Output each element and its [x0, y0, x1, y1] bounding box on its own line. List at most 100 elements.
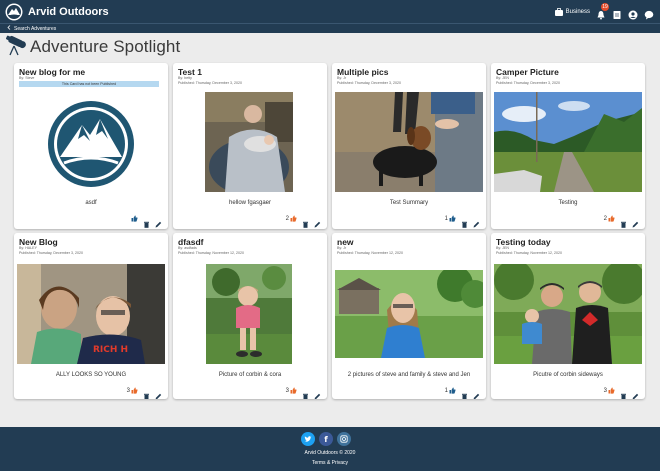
like-button[interactable]: 2 — [604, 215, 615, 222]
top-navbar: Arvid Outdoors Business 19 — [0, 0, 660, 23]
pencil-icon[interactable] — [632, 387, 639, 399]
thumbs-up-icon — [131, 215, 138, 222]
like-button[interactable]: 1 — [445, 387, 456, 394]
thumbs-up-icon — [608, 215, 615, 222]
card-image[interactable] — [335, 92, 483, 192]
chevron-left-icon — [7, 25, 11, 32]
card-published-date: Published: Thursday, December 3, 2020 — [178, 81, 242, 85]
pencil-icon[interactable] — [155, 215, 162, 228]
card-actions: 2 — [604, 215, 639, 228]
thumbs-up-icon — [449, 215, 456, 222]
twitter-icon[interactable] — [301, 432, 315, 446]
adventure-card[interactable]: new By: Jr Published: Thursday, November… — [332, 233, 486, 399]
card-author: By: Jr — [337, 246, 347, 250]
card-image[interactable] — [44, 99, 138, 189]
adventure-card[interactable]: New blog for me By: Steve This Card has … — [14, 63, 168, 229]
back-link-label: Search Adventures — [14, 25, 57, 32]
adventure-card[interactable]: New Blog By: HALEY Published: Thursday, … — [14, 233, 168, 399]
facebook-icon[interactable]: f — [319, 432, 333, 446]
like-button[interactable]: 3 — [286, 387, 297, 394]
card-summary: ALLY LOOKS SO YOUNG — [55, 372, 127, 378]
trash-icon[interactable] — [620, 215, 627, 228]
thumbs-up-icon — [290, 215, 297, 222]
adventure-card[interactable]: dfasdf By: asdfads Published: Thursday, … — [173, 233, 327, 399]
sub-navbar: Search Adventures — [0, 23, 660, 33]
business-menu[interactable]: Business — [554, 7, 590, 17]
like-button[interactable]: 3 — [127, 387, 138, 394]
card-actions: 2 — [286, 215, 321, 228]
card-summary: Picutre of corbin sideways — [533, 372, 603, 378]
card-image[interactable]: RICH H — [17, 264, 165, 364]
thumbs-up-icon — [131, 387, 138, 394]
chat-bubble-icon[interactable] — [644, 7, 654, 19]
card-author: By: JEN — [496, 246, 509, 250]
like-count: 1 — [444, 387, 448, 394]
like-count: 1 — [444, 215, 448, 222]
like-button[interactable]: 3 — [604, 387, 615, 394]
mountain-logo-icon[interactable] — [5, 3, 23, 21]
like-count: 3 — [603, 387, 607, 394]
thumbs-up-icon — [608, 387, 615, 394]
like-count: 2 — [285, 215, 289, 222]
notification-badge: 19 — [601, 2, 609, 11]
card-published-date: Published: Thursday, December 3, 2020 — [19, 251, 83, 255]
card-image[interactable] — [335, 270, 483, 358]
card-actions: 3 — [127, 387, 162, 399]
like-button[interactable] — [130, 215, 138, 222]
search-adventures-link[interactable]: Search Adventures — [7, 25, 56, 32]
card-image[interactable] — [206, 264, 292, 364]
social-links: f — [301, 432, 351, 446]
card-author: By: asdfads — [178, 246, 197, 250]
trash-icon[interactable] — [143, 215, 150, 228]
card-author: By: HALEY — [19, 246, 37, 250]
terms-privacy-link[interactable]: Terms & Privacy — [0, 460, 660, 466]
unpublished-notice: This Card has not been Published — [19, 81, 159, 87]
telescope-icon — [3, 34, 27, 61]
pencil-icon[interactable] — [314, 215, 321, 228]
trash-icon[interactable] — [461, 387, 468, 399]
card-image[interactable] — [205, 92, 293, 192]
pencil-icon[interactable] — [155, 387, 162, 399]
trash-icon[interactable] — [461, 215, 468, 228]
card-published-date: Published: Thursday, December 3, 2020 — [337, 81, 401, 85]
business-label: Business — [565, 8, 590, 15]
like-count: 2 — [603, 215, 607, 222]
adventure-card-grid: New blog for me By: Steve This Card has … — [14, 63, 646, 399]
instagram-icon[interactable] — [337, 432, 351, 446]
card-author: By: Steve — [19, 76, 35, 80]
briefcase-icon — [554, 7, 564, 17]
trash-icon[interactable] — [302, 387, 309, 399]
bell-icon[interactable]: 19 — [596, 2, 609, 19]
pencil-icon[interactable] — [632, 215, 639, 228]
brand-name[interactable]: Arvid Outdoors — [28, 6, 109, 18]
card-published-date: Published: Thursday, November 12, 2020 — [178, 251, 244, 255]
card-actions: 3 — [604, 387, 639, 399]
trash-icon[interactable] — [620, 387, 627, 399]
card-published-date: Published: Thursday, November 12, 2020 — [337, 251, 403, 255]
trash-icon[interactable] — [143, 387, 150, 399]
adventure-card[interactable]: Camper Picture By: JEN Published: Thursd… — [491, 63, 645, 229]
like-button[interactable]: 2 — [286, 215, 297, 222]
copyright-text: Arvid Outdoors © 2020 — [304, 450, 356, 456]
svg-text:RICH H: RICH H — [93, 345, 128, 355]
card-summary: asdf — [85, 200, 97, 206]
like-count: 3 — [285, 387, 289, 394]
pencil-icon[interactable] — [473, 215, 480, 228]
card-summary: Picture of corbin & cora — [218, 372, 282, 378]
document-icon[interactable] — [612, 7, 622, 19]
card-published-date: Published: Thursday, November 12, 2020 — [496, 251, 562, 255]
card-image[interactable] — [494, 92, 642, 192]
card-author: By: JEN — [496, 76, 509, 80]
like-button[interactable]: 1 — [445, 215, 456, 222]
thumbs-up-icon — [290, 387, 297, 394]
trash-icon[interactable] — [302, 215, 309, 228]
user-icon[interactable] — [628, 7, 638, 19]
adventure-card[interactable]: Test 1 By: betty Published: Thursday, De… — [173, 63, 327, 229]
adventure-card[interactable]: Testing today By: JEN Published: Thursda… — [491, 233, 645, 399]
adventure-card[interactable]: Multiple pics By: Jr Published: Thursday… — [332, 63, 486, 229]
card-summary: 2 pictures of steve and family & steve a… — [347, 372, 471, 378]
pencil-icon[interactable] — [314, 387, 321, 399]
pencil-icon[interactable] — [473, 387, 480, 399]
card-summary: Testing — [558, 200, 578, 206]
card-image[interactable] — [494, 264, 642, 364]
